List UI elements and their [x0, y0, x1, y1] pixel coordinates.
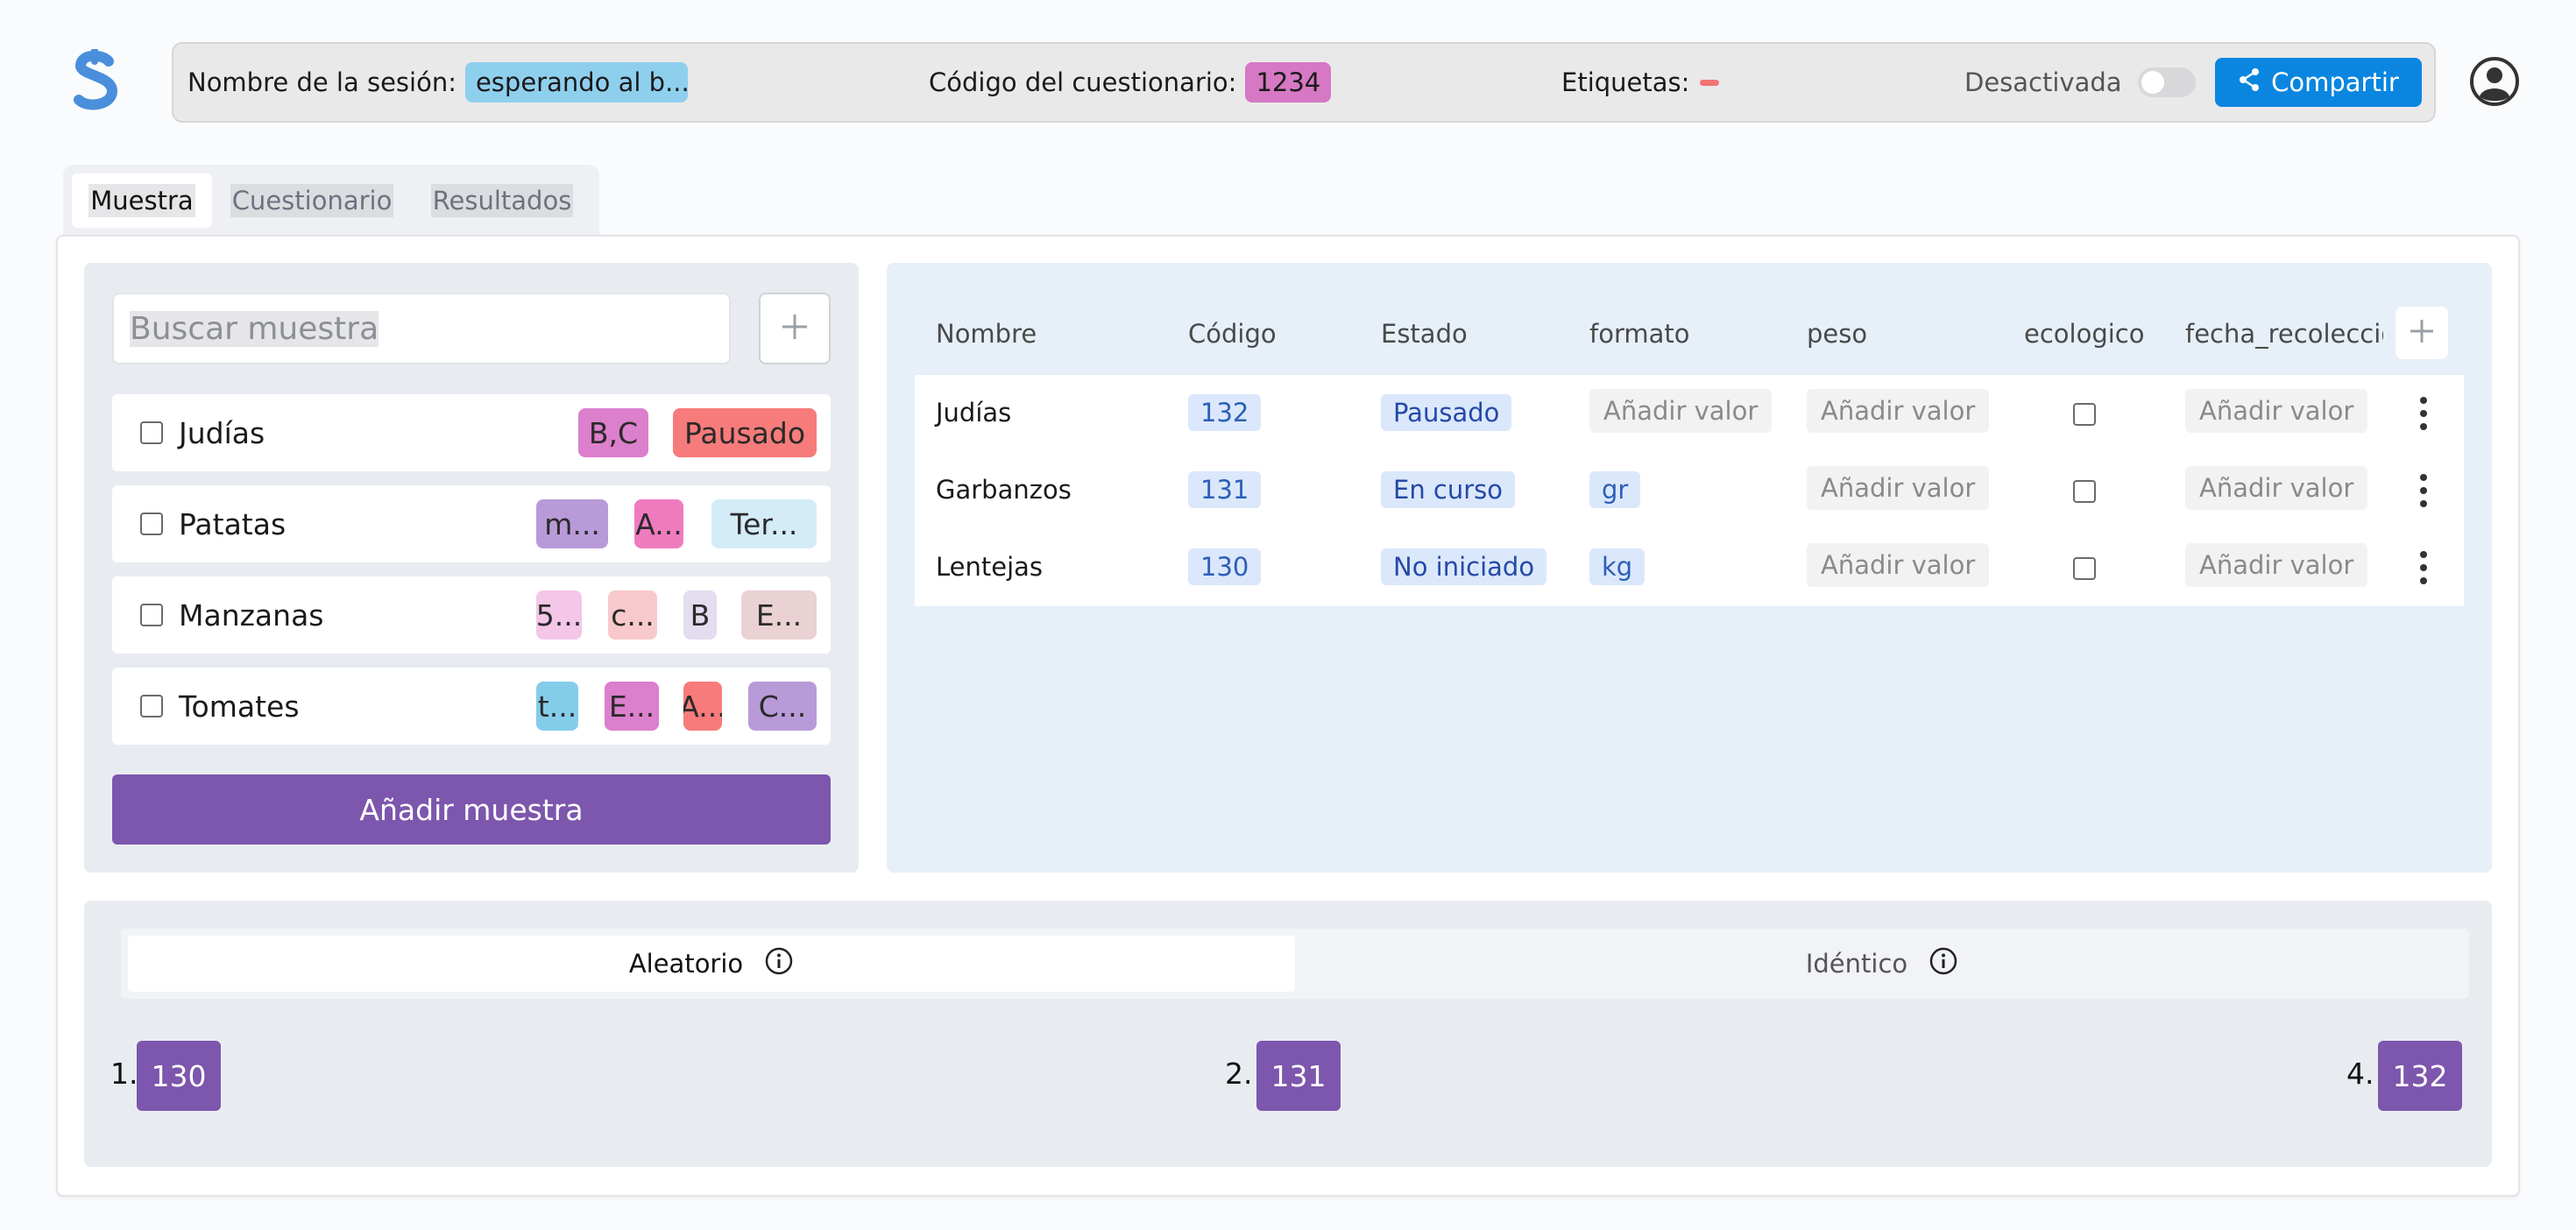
tags: Etiquetas:	[1561, 44, 1720, 121]
sample-tag: A...	[683, 682, 722, 731]
tab-muestra-label: Muestra	[88, 184, 195, 217]
plus-icon	[780, 312, 810, 345]
search-placeholder: Buscar muestra	[130, 310, 379, 347]
sample-row-patatas[interactable]: Patatas m... A... Ter...	[112, 485, 831, 562]
order-index: 2.	[1225, 1057, 1253, 1091]
order-index: 4.	[2346, 1057, 2374, 1091]
row-state[interactable]: Pausado	[1381, 394, 1512, 431]
row-weight-empty[interactable]: Añadir valor	[1807, 543, 1990, 587]
order-index: 1.	[110, 1057, 138, 1091]
sample-name: Judías	[179, 415, 265, 450]
sample-row-manzanas[interactable]: Manzanas 5... c... B E...	[112, 576, 831, 654]
row-code[interactable]: 131	[1188, 471, 1262, 508]
sample-row-judias[interactable]: Judías B,C Pausado	[112, 394, 831, 471]
add-sample-plus-button[interactable]	[759, 293, 831, 364]
info-icon[interactable]	[1928, 946, 1958, 982]
row-date-empty[interactable]: Añadir valor	[2185, 389, 2368, 433]
tab-resultados-label: Resultados	[430, 184, 574, 217]
tab-cuestionario-label: Cuestionario	[230, 184, 394, 217]
sample-tag: Ter...	[711, 499, 817, 548]
sample-row-tomates[interactable]: Tomates t... E... A... C...	[112, 668, 831, 745]
sample-tag: E...	[605, 682, 659, 731]
tab-resultados[interactable]: Resultados	[422, 173, 582, 228]
session-status: Desactivada	[1964, 44, 2196, 121]
row-eco-checkbox[interactable]	[2073, 480, 2096, 503]
col-header-codigo[interactable]: Código	[1188, 319, 1277, 349]
col-header-peso[interactable]: peso	[1807, 319, 1867, 349]
session-bar: Nombre de la sesión: esperando al b... C…	[172, 42, 2436, 123]
s-logo-icon[interactable]	[68, 47, 124, 112]
sample-tag: B	[683, 590, 717, 640]
mode-random-label: Aleatorio	[628, 949, 744, 979]
session-name-value[interactable]: esperando al b...	[464, 62, 688, 102]
sample-name: Manzanas	[179, 597, 324, 633]
session-name-label: Nombre de la sesión:	[188, 67, 456, 97]
order-sample-chip[interactable]: 131	[1256, 1041, 1341, 1111]
add-column-button[interactable]	[2396, 307, 2448, 359]
sample-search-input[interactable]: Buscar muestra	[112, 293, 731, 364]
tab-cuestionario[interactable]: Cuestionario	[221, 173, 403, 228]
sample-checkbox[interactable]	[140, 512, 163, 535]
sample-name: Tomates	[179, 689, 300, 724]
mode-identical-option[interactable]: Idéntico	[1299, 936, 2466, 992]
row-format-empty[interactable]: Añadir valor	[1589, 389, 1773, 433]
share-label: Compartir	[2271, 67, 2399, 97]
sample-tag: 5...	[536, 590, 582, 640]
row-state[interactable]: En curso	[1381, 471, 1516, 508]
row-name: Lentejas	[936, 552, 1044, 582]
row-date-empty[interactable]: Añadir valor	[2185, 466, 2368, 510]
row-weight-empty[interactable]: Añadir valor	[1807, 466, 1990, 510]
row-code[interactable]: 132	[1188, 394, 1262, 431]
more-vertical-icon[interactable]	[2420, 396, 2427, 431]
status-label: Desactivada	[1964, 67, 2122, 97]
row-state[interactable]: No iniciado	[1381, 548, 1547, 585]
row-format[interactable]: kg	[1589, 548, 1645, 585]
more-vertical-icon[interactable]	[2420, 550, 2427, 585]
quiz-code-label: Código del cuestionario:	[929, 67, 1237, 97]
share-button[interactable]: Compartir	[2215, 58, 2422, 107]
sample-tag: B,C	[578, 408, 648, 457]
user-circle-icon[interactable]	[2469, 56, 2520, 107]
tab-muestra[interactable]: Muestra	[72, 173, 212, 228]
sample-tag: t...	[536, 682, 578, 731]
sample-tag: A...	[634, 499, 683, 548]
tags-label: Etiquetas:	[1561, 67, 1690, 97]
more-vertical-icon[interactable]	[2420, 473, 2427, 508]
mode-identical-label: Idéntico	[1805, 949, 1908, 979]
sample-checkbox[interactable]	[140, 604, 163, 626]
quiz-code-value[interactable]: 1234	[1245, 62, 1332, 102]
row-name: Garbanzos	[936, 475, 1072, 505]
share-icon	[2238, 67, 2261, 98]
sample-tag: Pausado	[673, 408, 817, 457]
sample-tag: E...	[741, 590, 817, 640]
row-eco-checkbox[interactable]	[2073, 557, 2096, 580]
order-sample-chip[interactable]: 130	[137, 1041, 221, 1111]
col-header-formato[interactable]: formato	[1589, 319, 1690, 349]
quiz-code: Código del cuestionario: 1234	[929, 44, 1332, 121]
row-name: Judías	[936, 398, 1012, 428]
status-toggle[interactable]	[2137, 67, 2196, 97]
col-header-estado[interactable]: Estado	[1381, 319, 1468, 349]
col-header-fecha[interactable]: fecha_recoleccion	[2185, 319, 2383, 349]
order-sample-chip[interactable]: 132	[2378, 1041, 2462, 1111]
row-date-empty[interactable]: Añadir valor	[2185, 543, 2368, 587]
row-weight-empty[interactable]: Añadir valor	[1807, 389, 1990, 433]
info-icon[interactable]	[764, 946, 794, 982]
session-name: Nombre de la sesión: esperando al b...	[188, 44, 688, 121]
plus-icon	[2409, 318, 2435, 348]
sample-checkbox[interactable]	[140, 421, 163, 444]
sample-tag: m...	[536, 499, 608, 548]
row-code[interactable]: 130	[1188, 548, 1262, 585]
tag-empty-indicator[interactable]	[1700, 79, 1720, 86]
sample-name: Patatas	[179, 506, 287, 541]
add-sample-button[interactable]: Añadir muestra	[112, 774, 831, 845]
row-format[interactable]: gr	[1589, 471, 1641, 508]
sample-tag: c...	[608, 590, 657, 640]
col-header-ecologico[interactable]: ecologico	[2024, 319, 2144, 349]
sample-tag: C...	[748, 682, 817, 731]
sample-checkbox[interactable]	[140, 695, 163, 718]
col-header-nombre[interactable]: Nombre	[936, 319, 1037, 349]
row-eco-checkbox[interactable]	[2073, 403, 2096, 426]
mode-random-option[interactable]: Aleatorio	[128, 936, 1295, 992]
